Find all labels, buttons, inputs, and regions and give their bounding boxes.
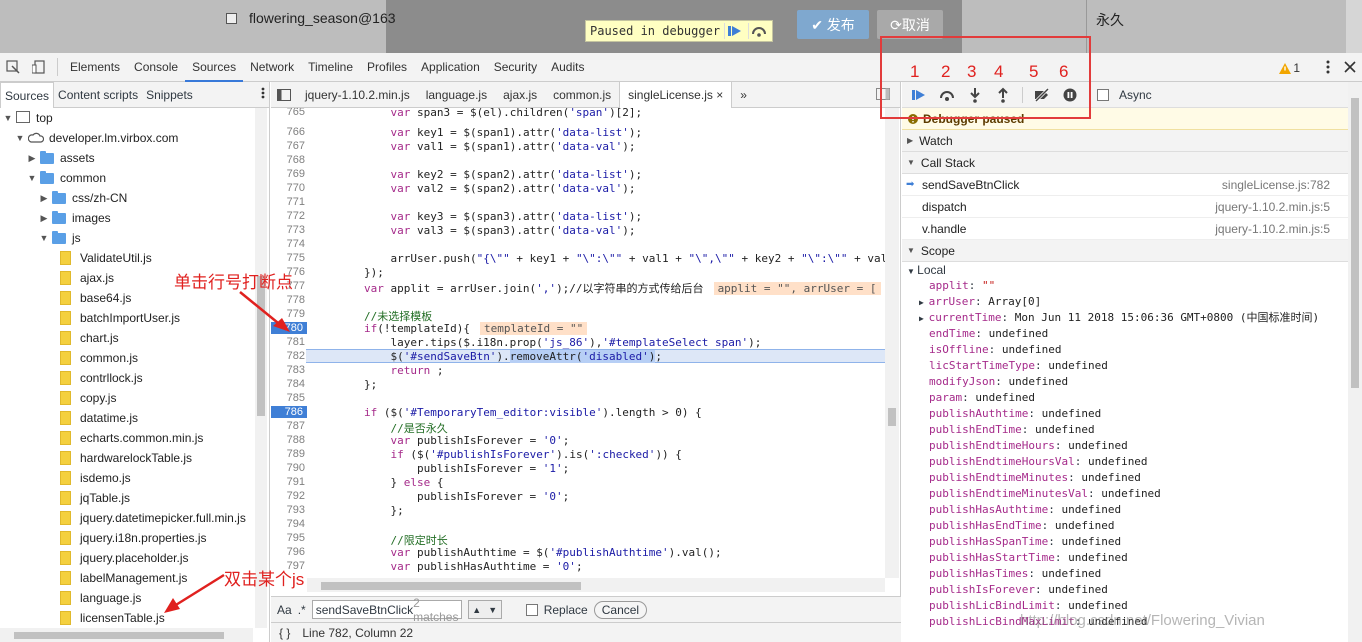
arrow-head	[164, 598, 180, 613]
arrow-to-file	[170, 573, 225, 610]
watermark: http://blog.csdn.net/Flowering_Vivian	[1020, 612, 1265, 629]
screenshot-root: flowering_season@163 永久 ✔ 发布 ⟳取消 Paused …	[0, 0, 1362, 642]
annotation-arrows	[164, 291, 290, 613]
arrow-to-linenumber	[239, 291, 284, 328]
